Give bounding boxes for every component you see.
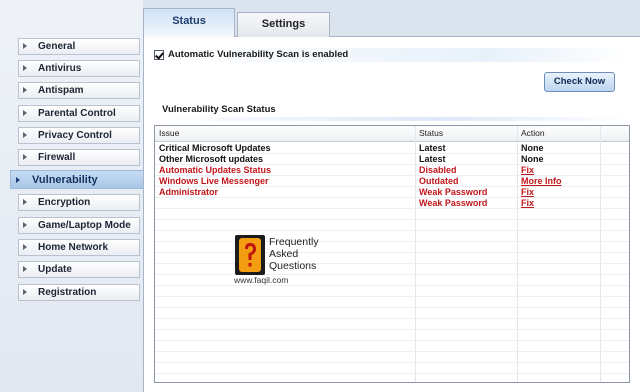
table-header: Issue Status Action	[155, 126, 629, 142]
sidebar-item-label: Update	[38, 264, 72, 275]
fix-link[interactable]: Fix	[521, 198, 534, 208]
row-separator	[155, 362, 629, 363]
scan-status-title: Vulnerability Scan Status	[162, 104, 276, 115]
chevron-right-icon	[23, 222, 27, 228]
row-separator	[155, 296, 629, 297]
sidebar-item-firewall[interactable]: Firewall	[18, 149, 140, 166]
chevron-right-icon	[23, 132, 27, 138]
more-info-link[interactable]: More Info	[521, 176, 562, 186]
vulnerability-table: Issue Status Action Critical Microsoft U…	[154, 125, 630, 383]
table-cell-issue: Automatic Updates Status	[159, 165, 272, 175]
row-separator	[155, 274, 629, 275]
table-cell-status: Weak Password	[419, 187, 488, 197]
row-separator	[155, 307, 629, 308]
row-separator	[155, 263, 629, 264]
sidebar-item-antispam[interactable]: Antispam	[18, 82, 140, 99]
sidebar-item-label: Encryption	[38, 197, 91, 208]
sidebar-item-antivirus[interactable]: Antivirus	[18, 60, 140, 77]
chevron-right-icon	[23, 87, 27, 93]
row-separator	[155, 285, 629, 286]
sidebar-item-label: Antivirus	[38, 63, 82, 74]
sidebar-item-registration[interactable]: Registration	[18, 284, 140, 301]
fix-link[interactable]: Fix	[521, 165, 534, 175]
sidebar-item-label: Registration	[38, 287, 97, 298]
sidebar-item-label: Parental Control	[38, 108, 116, 119]
auto-scan-checkbox[interactable]	[154, 50, 164, 60]
tab-status[interactable]: Status	[143, 8, 235, 37]
column-header-status[interactable]: Status	[419, 128, 443, 138]
sidebar-item-label: Antispam	[38, 85, 84, 96]
row-separator	[155, 252, 629, 253]
watermark-line: Questions	[269, 260, 317, 272]
chevron-right-icon	[23, 154, 27, 160]
row-separator	[155, 208, 629, 209]
row-separator	[155, 373, 629, 374]
table-cell-issue: Administrator	[159, 187, 219, 197]
row-separator	[155, 318, 629, 319]
table-cell-status: Disabled	[419, 165, 457, 175]
sidebar-item-parental-control[interactable]: Parental Control	[18, 105, 140, 122]
sidebar-item-label: Vulnerability	[32, 174, 98, 186]
sidebar-item-update[interactable]: Update	[18, 261, 140, 278]
table-cell-action: None	[521, 154, 544, 164]
table-cell-status: Latest	[419, 143, 446, 153]
table-cell-issue: Other Microsoft updates	[159, 154, 264, 164]
tab-settings[interactable]: Settings	[237, 12, 330, 37]
table-cell-issue: Windows Live Messenger	[159, 176, 269, 186]
sidebar-item-label: Firewall	[38, 152, 76, 163]
sidebar-item-label: General	[38, 41, 76, 52]
sidebar-item-vulnerability[interactable]: Vulnerability	[10, 170, 143, 189]
row-separator	[155, 186, 629, 187]
sidebar-item-home-network[interactable]: Home Network	[18, 239, 140, 256]
watermark-url: www.faqil.com	[234, 275, 289, 285]
auto-scan-label: Automatic Vulnerability Scan is enabled	[168, 49, 349, 60]
chevron-right-icon	[23, 266, 27, 272]
sidebar-item-privacy-control[interactable]: Privacy Control	[18, 127, 140, 144]
row-separator	[155, 340, 629, 341]
table-cell-status: Weak Password	[419, 198, 488, 208]
row-separator	[155, 230, 629, 231]
chevron-right-icon	[23, 65, 27, 71]
table-cell-status: Outdated	[419, 176, 459, 186]
table-cell-action: None	[521, 143, 544, 153]
chevron-right-icon	[23, 110, 27, 116]
row-separator	[155, 197, 629, 198]
row-separator	[155, 219, 629, 220]
chevron-right-icon	[23, 43, 27, 49]
watermark-line: Frequently	[269, 236, 319, 248]
check-now-button[interactable]: Check Now	[544, 72, 615, 92]
sidebar-item-label: Privacy Control	[38, 130, 112, 141]
sidebar-item-encryption[interactable]: Encryption	[18, 194, 140, 211]
sidebar-item-label: Game/Laptop Mode	[38, 220, 131, 231]
sidebar-item-general[interactable]: General	[18, 38, 140, 55]
chevron-right-icon	[23, 199, 27, 205]
table-cell-issue: Critical Microsoft Updates	[159, 143, 271, 153]
table-cell-status: Latest	[419, 154, 446, 164]
chevron-right-icon	[23, 244, 27, 250]
sidebar: General Antivirus Antispam Parental Cont…	[0, 0, 143, 392]
watermark-text: Frequently Asked Questions	[269, 236, 319, 272]
fix-link[interactable]: Fix	[521, 187, 534, 197]
watermark-line: Asked	[269, 248, 299, 260]
column-header-action[interactable]: Action	[521, 128, 545, 138]
chevron-right-icon	[16, 177, 20, 183]
row-separator	[155, 351, 629, 352]
chevron-right-icon	[23, 289, 27, 295]
column-header-issue[interactable]: Issue	[159, 128, 179, 138]
faq-logo-icon	[235, 235, 265, 275]
row-separator	[155, 329, 629, 330]
row-separator	[155, 241, 629, 242]
sidebar-item-game-laptop-mode[interactable]: Game/Laptop Mode	[18, 217, 140, 234]
section-divider	[153, 117, 631, 121]
sidebar-item-label: Home Network	[38, 242, 109, 253]
